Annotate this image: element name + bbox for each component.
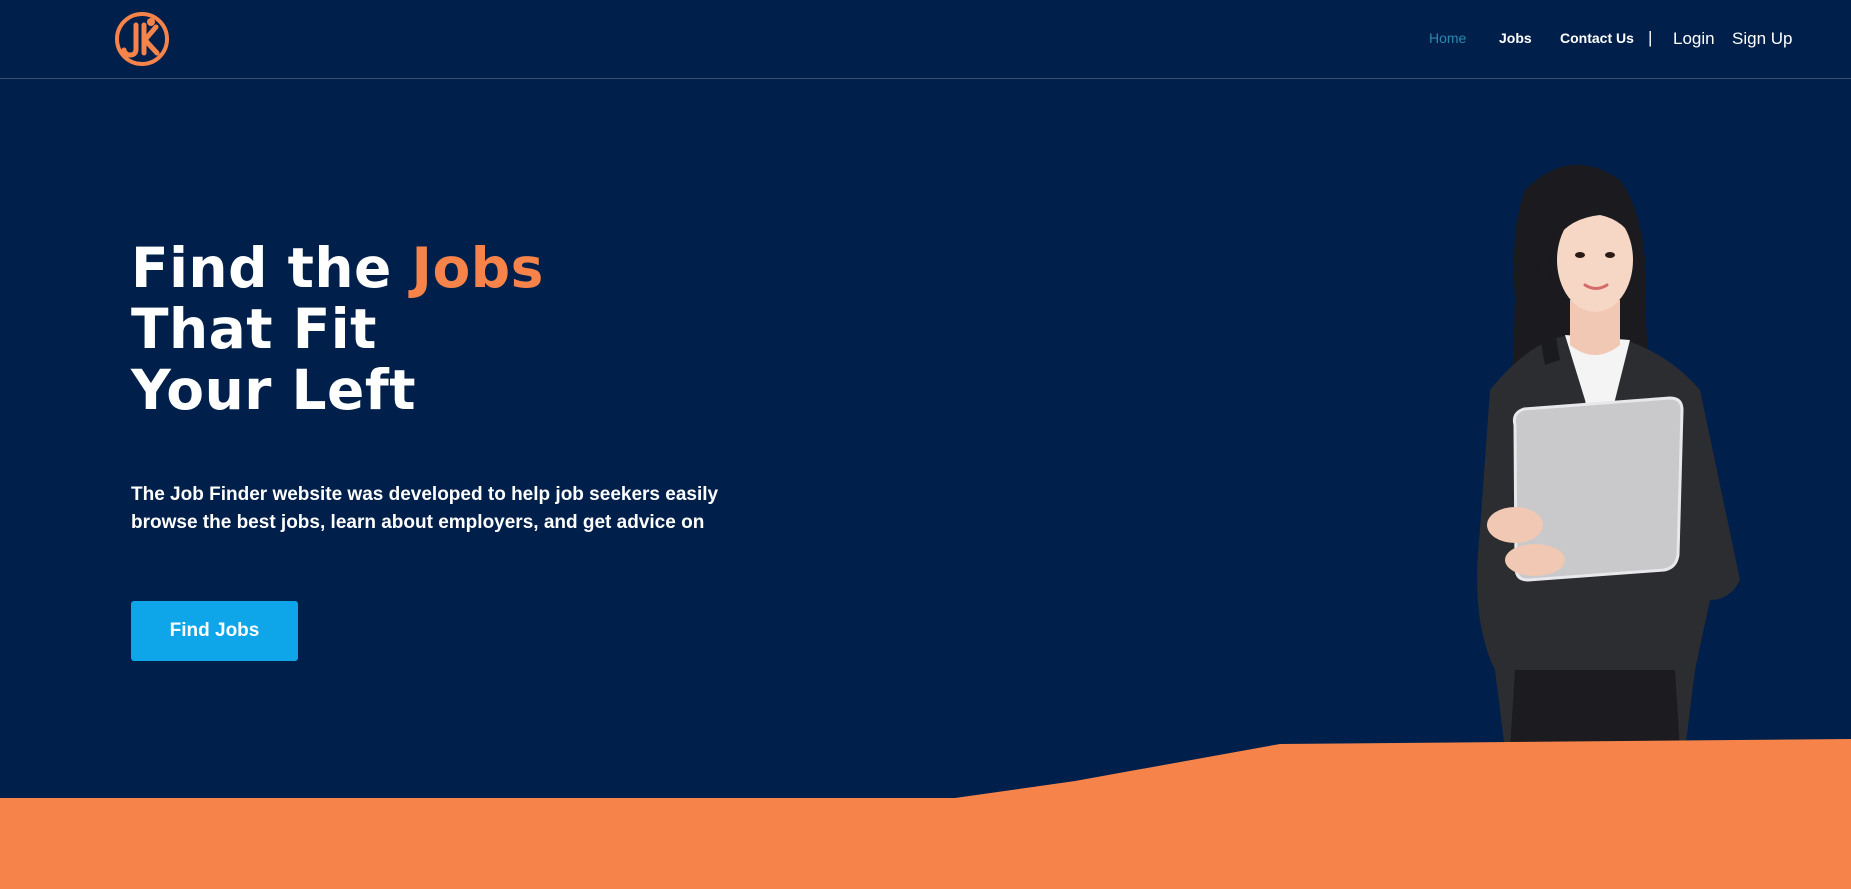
hero-title-line2: That Fit	[131, 297, 377, 361]
find-jobs-button[interactable]: Find Jobs	[131, 601, 298, 661]
nav-separator: |	[1648, 28, 1653, 47]
hero-title: Find the Jobs That Fit Your Left	[131, 238, 544, 421]
hero-title-accent: Jobs	[411, 236, 544, 300]
login-link[interactable]: Login	[1673, 29, 1715, 49]
signup-link[interactable]: Sign Up	[1732, 29, 1792, 49]
nav-jobs-link[interactable]: Jobs	[1499, 30, 1532, 46]
top-navbar: Home Jobs Contact Us | Login Sign Up	[0, 0, 1851, 79]
hero-title-prefix: Find the	[131, 236, 412, 300]
hero-description: The Job Finder website was developed to …	[131, 484, 719, 533]
hero-title-line3: Your Left	[131, 358, 417, 422]
orange-wave-decoration	[0, 739, 1851, 889]
businesswoman-image	[1477, 164, 1740, 750]
job-finder-logo-icon[interactable]	[114, 11, 170, 67]
nav-home-link[interactable]: Home	[1429, 30, 1466, 46]
nav-contact-link[interactable]: Contact Us	[1560, 30, 1634, 46]
